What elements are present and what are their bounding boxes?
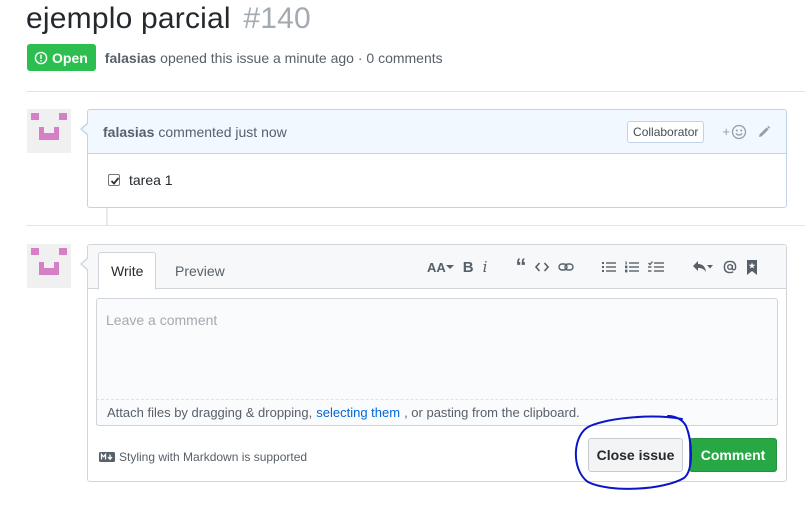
italic-button[interactable]: i xyxy=(483,257,488,277)
heading-icon: AA xyxy=(427,259,446,275)
checkbox-icon xyxy=(110,177,120,185)
unordered-list-button[interactable] xyxy=(602,257,617,277)
comment-body: tarea 1 xyxy=(88,154,786,206)
state-label: Open xyxy=(52,49,88,66)
comment-box: falasias commented just now Collaborator… xyxy=(80,109,787,208)
smiley-icon xyxy=(731,124,747,139)
chevron-down-icon xyxy=(445,265,454,269)
issue-title-row: ejemplo parcial #140 xyxy=(26,2,311,36)
editor-tabs: Write Preview AA B i “ xyxy=(88,245,786,290)
link-icon xyxy=(558,263,575,271)
tab-write[interactable]: Write xyxy=(98,252,157,290)
markdown-note-text: Styling with Markdown is supported xyxy=(119,450,308,464)
italic-icon: i xyxy=(482,258,488,276)
issue-meta: Open falasias opened this issue a minute… xyxy=(27,44,443,71)
timeline-connector xyxy=(106,208,108,225)
comment-placeholder: Leave a comment xyxy=(106,312,218,328)
reply-button[interactable] xyxy=(692,257,714,277)
comment-header: falasias commented just now Collaborator… xyxy=(88,110,786,154)
mention-icon xyxy=(724,260,737,274)
edit-comment-button[interactable] xyxy=(757,125,771,139)
link-button[interactable] xyxy=(558,257,575,277)
tab-preview[interactable]: Preview xyxy=(163,252,237,289)
add-reaction-button[interactable]: + xyxy=(722,124,747,140)
issue-opened-text: opened this issue a minute ago · 0 comme… xyxy=(160,49,443,66)
reply-icon xyxy=(693,261,714,272)
markdown-support-note[interactable]: Styling with Markdown is supported xyxy=(99,450,307,464)
comment-button[interactable]: Comment xyxy=(689,438,777,472)
code-button[interactable] xyxy=(535,257,550,277)
close-issue-button[interactable]: Close issue xyxy=(588,438,683,472)
state-badge: Open xyxy=(27,44,96,71)
pencil-icon xyxy=(759,125,771,137)
new-comment-form: Write Preview AA B i “ Leave a comment A… xyxy=(80,244,787,482)
attach-prefix: Attach files by dragging & dropping, xyxy=(107,405,313,420)
bold-button[interactable]: B xyxy=(463,257,474,277)
saved-replies-button[interactable] xyxy=(746,257,758,277)
ordered-list-icon xyxy=(625,261,640,273)
ordered-list-button[interactable] xyxy=(625,257,640,277)
mention-button[interactable] xyxy=(723,257,737,277)
collaborator-badge: Collaborator xyxy=(627,120,705,143)
comment-timestamp: commented just now xyxy=(158,123,287,140)
reaction-plus: + xyxy=(722,124,730,139)
issue-author-link[interactable]: falasias xyxy=(105,50,156,66)
tasklist-button[interactable] xyxy=(648,257,665,277)
tasklist-icon xyxy=(648,261,665,272)
avatar[interactable] xyxy=(27,244,71,288)
issue-number: #140 xyxy=(243,2,311,35)
unordered-list-icon xyxy=(602,262,617,272)
task-checkbox[interactable] xyxy=(108,174,120,186)
avatar[interactable] xyxy=(27,109,71,153)
select-files-link[interactable]: selecting them xyxy=(316,405,400,420)
timeline-divider xyxy=(26,225,805,226)
bookmark-icon xyxy=(747,259,758,275)
quote-button[interactable]: “ xyxy=(515,254,526,279)
quote-icon: “ xyxy=(515,254,527,279)
task-label: tarea 1 xyxy=(129,172,173,188)
code-icon xyxy=(535,262,550,272)
comment-author-link[interactable]: falasias xyxy=(103,124,154,140)
file-attach-bar[interactable]: Attach files by dragging & dropping, sel… xyxy=(96,399,778,426)
markdown-icon xyxy=(99,452,115,462)
attach-suffix: , or pasting from the clipboard. xyxy=(404,405,580,420)
header-divider xyxy=(26,91,805,92)
bold-icon: B xyxy=(462,258,474,276)
heading-button[interactable]: AA xyxy=(427,257,454,277)
issue-title: ejemplo parcial xyxy=(26,2,231,35)
issue-opened-icon xyxy=(34,51,48,64)
markdown-toolbar: AA B i “ xyxy=(427,245,767,289)
